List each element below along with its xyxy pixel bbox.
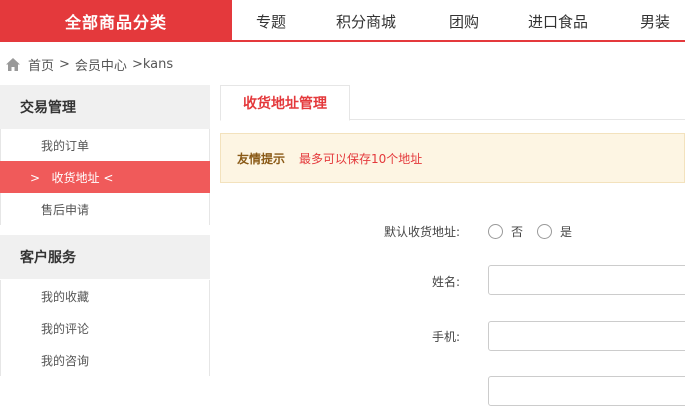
tip-box: 友情提示 最多可以保存10个地址 bbox=[220, 133, 685, 183]
phone-row: 手机: bbox=[220, 319, 685, 353]
all-categories-button[interactable]: 全部商品分类 bbox=[0, 0, 232, 42]
nav-item-points-mall[interactable]: 积分商城 bbox=[336, 0, 396, 42]
top-navigation: 全部商品分类 专题 积分商城 团购 进口食品 男装 bbox=[0, 0, 685, 42]
name-row: 姓名: bbox=[220, 264, 685, 298]
breadcrumb-current: >kans bbox=[131, 56, 174, 72]
radio-no-label: 否 bbox=[511, 224, 524, 239]
radio-yes[interactable] bbox=[537, 223, 553, 239]
phone-label: 手机: bbox=[431, 329, 460, 344]
next-field-input[interactable] bbox=[488, 376, 685, 406]
default-address-radio-group: 否 是 bbox=[488, 214, 586, 248]
phone-input[interactable] bbox=[488, 321, 685, 351]
default-address-row: 默认收货地址: 否 是 bbox=[220, 214, 685, 248]
sidebar: 交易管理 我的订单 > 收货地址 < 售后申请 客户服务 我的收藏 我的评论 我… bbox=[0, 85, 210, 382]
nav-item-group-buy[interactable]: 团购 bbox=[449, 0, 479, 42]
breadcrumb-separator: > bbox=[59, 56, 70, 72]
nav-item-imported-food[interactable]: 进口食品 bbox=[528, 0, 588, 42]
breadcrumb: 首页 > 会员中心 >kans bbox=[6, 55, 174, 74]
sidebar-item-reviews[interactable]: 我的评论 bbox=[0, 312, 210, 344]
address-management-panel: 收货地址管理 友情提示 最多可以保存10个地址 默认收货地址: 否 是 姓名: … bbox=[220, 85, 685, 406]
sidebar-item-addresses[interactable]: > 收货地址 < bbox=[0, 161, 210, 193]
name-input[interactable] bbox=[488, 265, 685, 295]
home-icon bbox=[6, 57, 20, 71]
nav-item-menswear[interactable]: 男装 bbox=[640, 0, 670, 42]
sidebar-group-title-trade: 交易管理 bbox=[0, 85, 210, 129]
sidebar-item-favorites[interactable]: 我的收藏 bbox=[0, 280, 210, 312]
name-label: 姓名: bbox=[431, 274, 460, 289]
default-address-label: 默认收货地址: bbox=[383, 224, 460, 239]
nav-item-topics[interactable]: 专题 bbox=[256, 0, 286, 42]
sidebar-item-after-sales[interactable]: 售后申请 bbox=[0, 193, 210, 225]
sidebar-group-title-service: 客户服务 bbox=[0, 235, 210, 279]
breadcrumb-home-link[interactable]: 首页 bbox=[28, 55, 54, 74]
radio-yes-label: 是 bbox=[560, 224, 573, 239]
breadcrumb-member-center-link[interactable]: 会员中心 bbox=[75, 55, 127, 74]
sidebar-item-my-orders[interactable]: 我的订单 bbox=[0, 129, 210, 161]
tab-address-management[interactable]: 收货地址管理 bbox=[220, 85, 350, 121]
sidebar-item-inquiries[interactable]: 我的咨询 bbox=[0, 344, 210, 376]
tip-title: 友情提示 bbox=[237, 151, 286, 166]
tab-bar: 收货地址管理 bbox=[220, 85, 685, 121]
tip-text: 最多可以保存10个地址 bbox=[299, 151, 423, 166]
radio-no[interactable] bbox=[488, 223, 503, 239]
